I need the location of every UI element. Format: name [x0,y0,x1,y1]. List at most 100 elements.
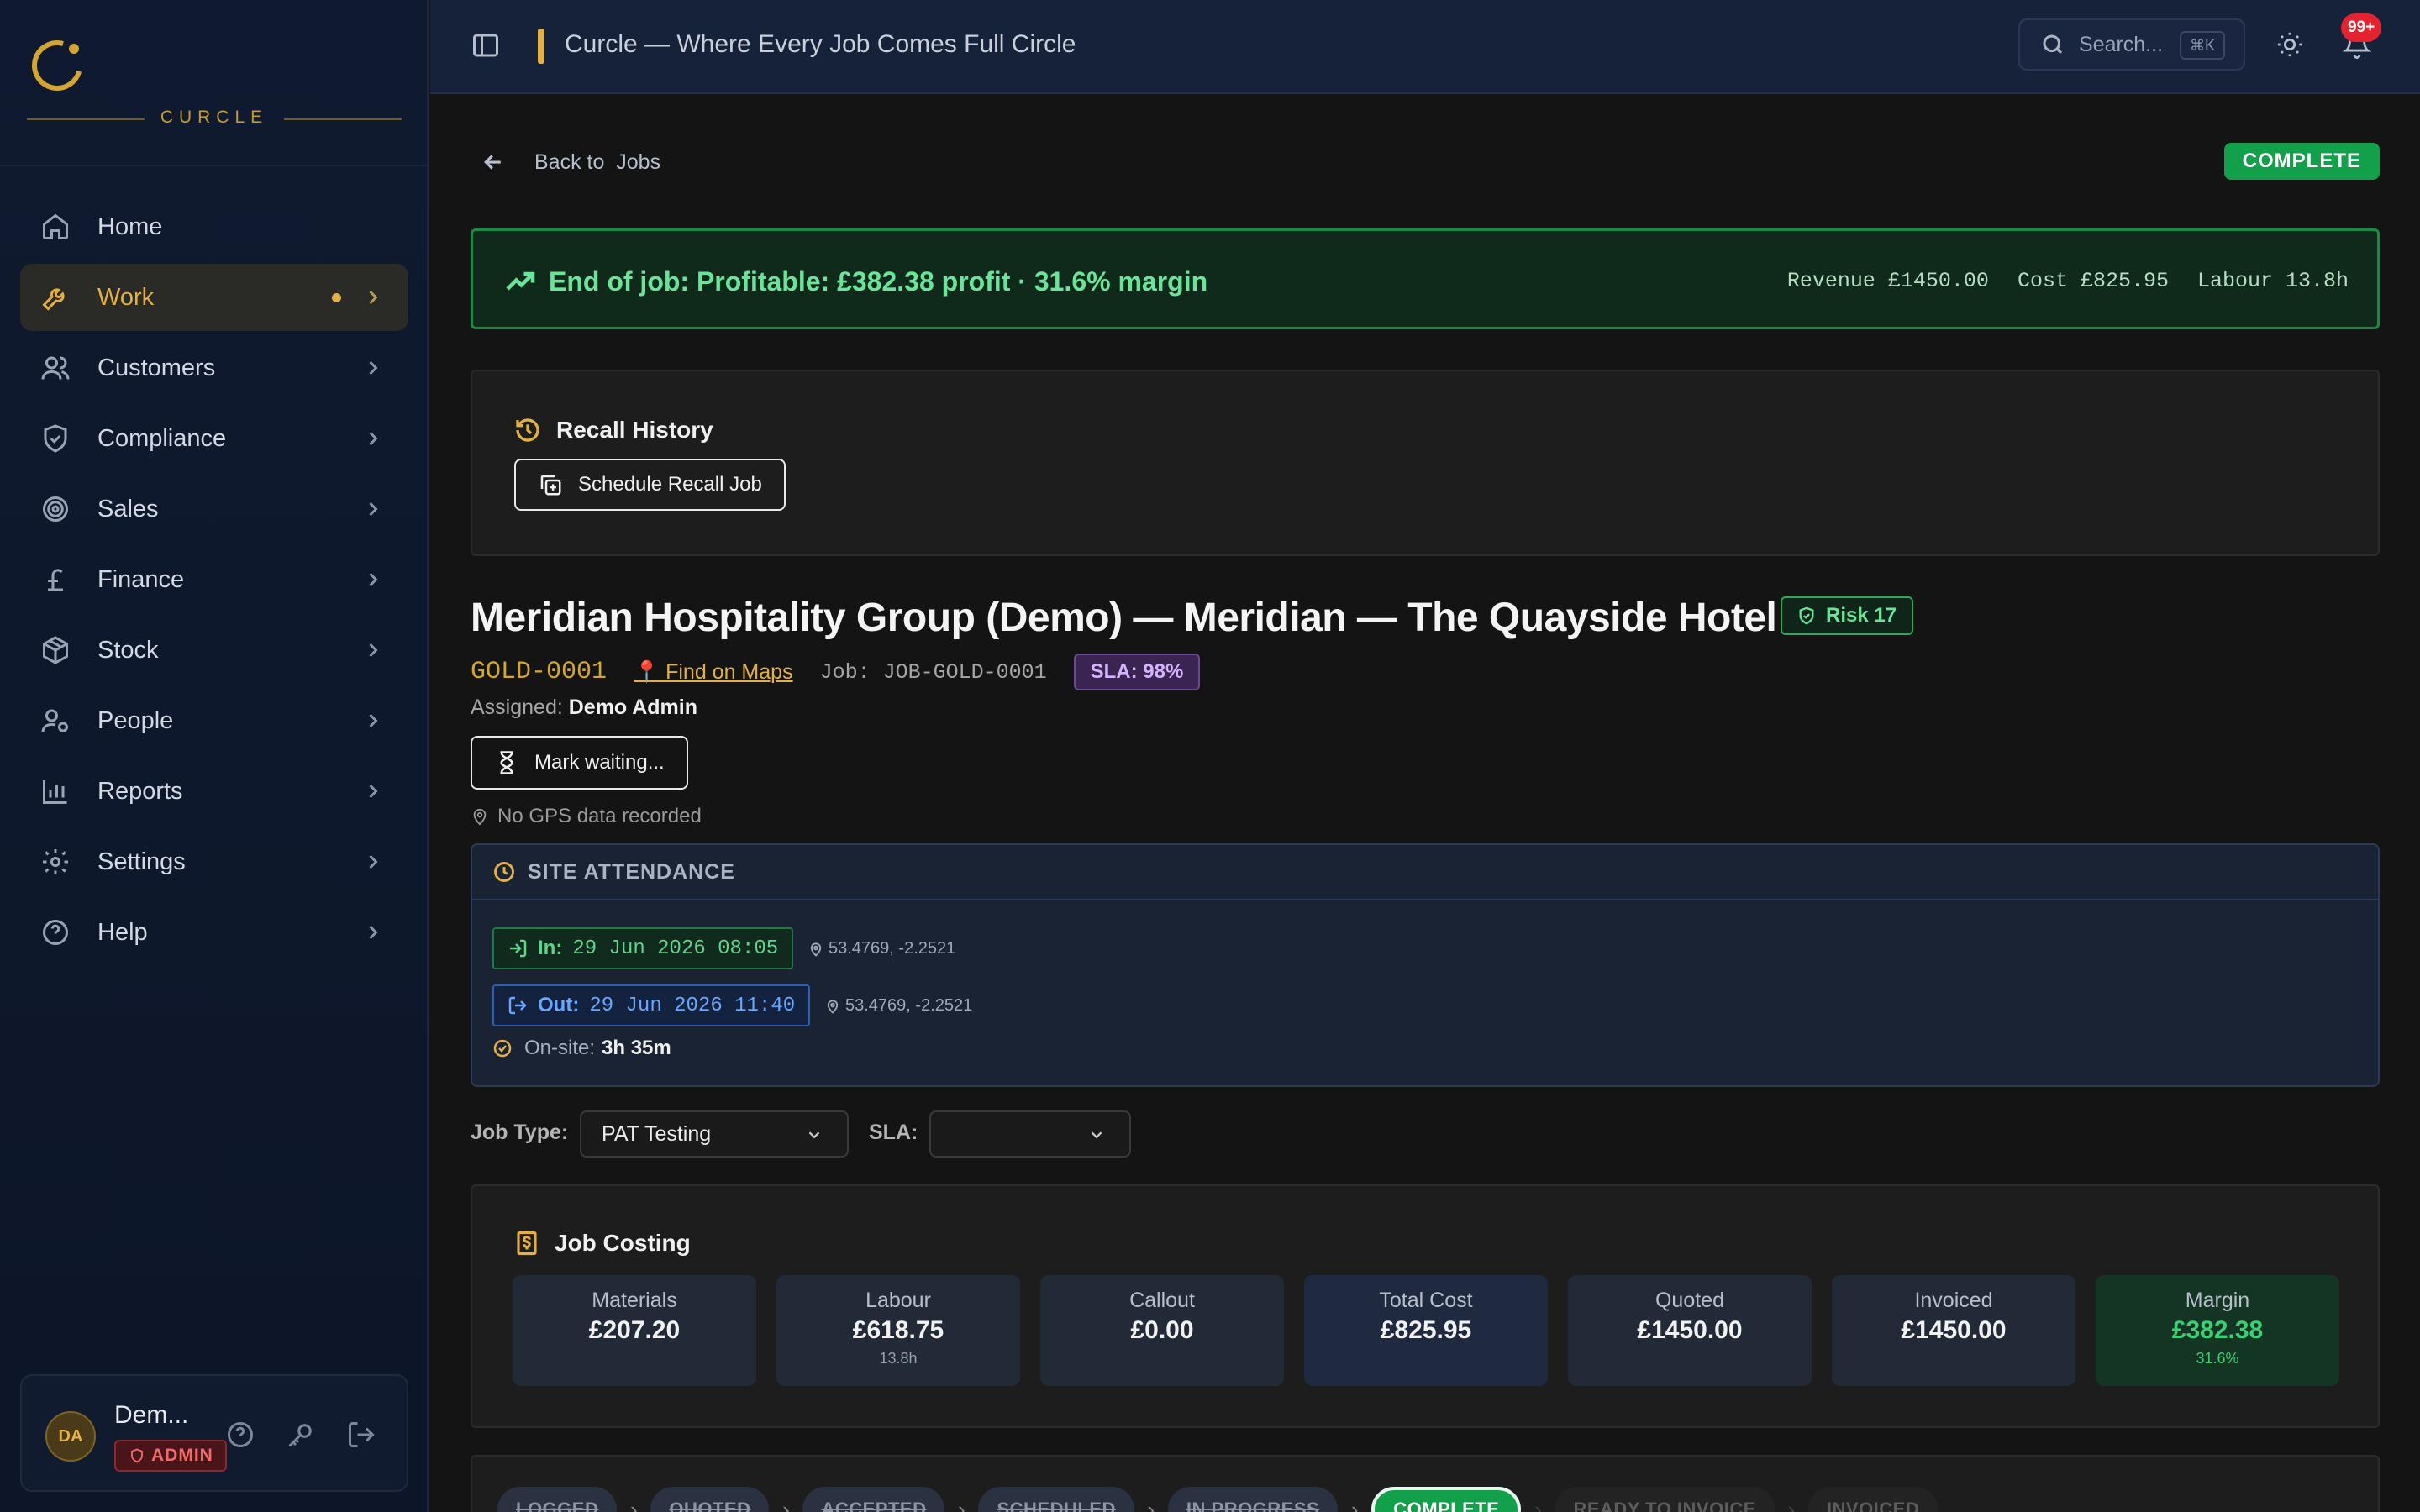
chevron-right-icon [361,921,385,944]
brand-name: CURCLE [160,108,269,127]
sidebar-item-compliance[interactable]: Compliance [20,405,408,472]
step-logged[interactable]: LOGGED [497,1487,618,1512]
check-out-coordinates: 53.4769, -2.2521 [825,996,972,1016]
check-circle-icon [493,1039,512,1058]
bar-chart-icon [39,774,72,808]
recall-history-title: Recall History [514,417,713,444]
step-scheduled[interactable]: SCHEDULED [978,1487,1134,1512]
sidebar-item-label: Reports [97,777,183,805]
cost-tile-callout: Callout £0.00 [1040,1275,1284,1386]
chevron-right-icon [361,709,385,732]
tile-label: Total Cost [1379,1289,1473,1312]
step-accepted[interactable]: ACCEPTED [802,1487,945,1512]
search-button[interactable]: Search... ⌘K [2018,18,2245,71]
sidebar-item-label: Help [97,918,148,946]
user-cog-icon [39,704,72,738]
sidebar-item-settings[interactable]: Settings [20,828,408,895]
step-separator: › [1787,1496,1796,1512]
curcle-logo-icon[interactable] [23,31,92,100]
map-pin-icon [810,942,822,957]
key-icon[interactable] [286,1420,316,1450]
mark-waiting-label: Mark waiting... [534,751,665,774]
job-title: Meridian Hospitality Group (Demo) — Meri… [471,596,1777,640]
role-badge: ADMIN [114,1440,227,1472]
step-ready-to-invoice[interactable]: READY TO INVOICE [1555,1487,1775,1512]
target-icon [39,492,72,526]
sla-label: SLA: [869,1121,918,1144]
sidebar-item-label: Compliance [97,424,227,452]
sidebar-item-sales[interactable]: Sales [20,475,408,543]
logout-icon[interactable] [346,1420,376,1450]
trending-up-icon [506,271,535,291]
schedule-recall-button[interactable]: Schedule Recall Job [514,459,786,511]
avatar[interactable]: DA [45,1411,96,1462]
tile-value: £618.75 [852,1316,944,1344]
chevron-right-icon [361,638,385,662]
active-indicator-dot [332,293,341,302]
sidebar-item-reports[interactable]: Reports [20,758,408,825]
risk-badge: Risk 17 [1781,596,1914,635]
recall-title-text: Recall History [556,417,713,443]
sidebar-toggle-icon[interactable] [471,30,504,64]
log-in-icon [510,939,527,958]
chevron-right-icon [361,780,385,803]
cost-tiles: Materials £207.20 Labour £618.75 13.8h C… [513,1275,2339,1386]
sla-select[interactable] [929,1110,1131,1158]
site-attendance-title: SITE ATTENDANCE [528,859,735,884]
back-to-jobs-link[interactable]: Back to Jobs [481,150,660,175]
check-in-chip: In: 29 Jun 2026 08:05 [492,927,794,969]
tile-label: Invoiced [1914,1289,1993,1312]
sla-badge: SLA: 98% [1073,654,1201,690]
site-attendance-card: SITE ATTENDANCE In: 29 Jun 2026 08:05 53… [471,843,2380,1087]
site-code: GOLD-0001 [471,658,608,686]
site-attendance-header: SITE ATTENDANCE [472,845,2378,900]
status-badge: COMPLETE [2223,143,2380,180]
tile-label: Callout [1129,1289,1195,1312]
job-type-value: PAT Testing [602,1121,712,1146]
onsite-label: On-site: [524,1037,596,1059]
help-icon[interactable] [225,1420,255,1450]
step-in-progress[interactable]: IN PROGRESS [1167,1487,1339,1512]
tile-value: £825.95 [1380,1316,1472,1344]
job-costing-title-text: Job Costing [555,1230,691,1256]
check-out-label: Out: [538,994,580,1016]
sidebar-item-stock[interactable]: Stock [20,617,408,684]
title-accent-bar [538,29,544,64]
sidebar-item-people[interactable]: People [20,687,408,754]
step-quoted[interactable]: QUOTED [650,1487,770,1512]
check-out-chip: Out: 29 Jun 2026 11:40 [492,984,811,1026]
job-type-select[interactable]: PAT Testing [580,1110,849,1158]
job-costing-title: Job Costing [514,1230,691,1257]
assigned-name: Demo Admin [568,696,697,719]
logo-dot [69,44,79,54]
brand-header: CURCLE [0,0,429,166]
gear-icon [39,845,72,879]
log-out-icon [508,996,527,1015]
shield-check-icon [1799,606,1814,625]
check-out-coord-text: 53.4769, -2.2521 [845,996,973,1015]
sidebar-item-help[interactable]: Help [20,899,408,966]
sidebar-item-label: Sales [97,495,159,522]
sun-icon[interactable] [2275,30,2309,64]
mark-waiting-button[interactable]: Mark waiting... [471,736,688,790]
step-separator: › [958,1496,965,1512]
risk-score: Risk 17 [1826,604,1897,627]
assigned-label: Assigned: [471,696,563,719]
profit-stats: Revenue £1450.00 Cost £825.95 Labour 13.… [1787,269,2349,293]
step-complete[interactable]: COMPLETE [1371,1487,1522,1512]
sidebar-nav: Home Work Customers Compliance Sales Fin… [20,193,408,969]
check-in-coord-text: 53.4769, -2.2521 [829,939,956,958]
role-label: ADMIN [151,1446,213,1465]
step-invoiced[interactable]: INVOICED [1807,1487,1939,1512]
chevron-right-icon [361,356,385,380]
tile-label: Materials [592,1289,677,1312]
sidebar-item-home[interactable]: Home [20,193,408,260]
chevron-right-icon [361,568,385,591]
find-on-maps-link[interactable]: 📍 Find on Maps [634,660,793,685]
onsite-value: 3h 35m [602,1037,671,1059]
sidebar-item-customers[interactable]: Customers [20,334,408,402]
check-in-label: In: [538,937,563,959]
sidebar-item-work[interactable]: Work [20,264,408,331]
sidebar-item-finance[interactable]: Finance [20,546,408,613]
schedule-recall-label: Schedule Recall Job [578,473,762,496]
